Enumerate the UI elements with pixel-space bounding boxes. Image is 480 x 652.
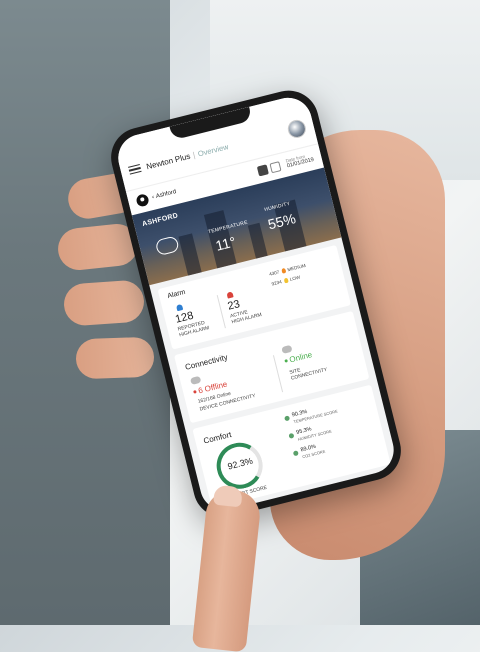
humidity-score-icon — [288, 432, 295, 439]
connectivity-title: Connectivity — [184, 352, 229, 372]
list-view-icon[interactable] — [269, 161, 283, 174]
low-alarm: 9234 LOW — [271, 274, 301, 287]
comfort-title: Comfort — [202, 429, 233, 446]
medium-flame-icon — [280, 267, 286, 274]
site-connectivity-label: SITE CONNECTIVITY — [288, 366, 328, 382]
location-name[interactable]: Ashford — [155, 189, 177, 200]
co2-score-icon — [292, 450, 299, 457]
hamburger-menu-icon[interactable] — [127, 163, 142, 176]
weather-cloud-icon — [154, 235, 180, 257]
temperature-value: 11° — [213, 233, 238, 254]
avatar[interactable] — [285, 118, 308, 140]
view-toggle — [257, 161, 283, 177]
active-bell-icon — [226, 291, 234, 299]
connectivity-divider — [272, 355, 284, 393]
back-chevron-icon[interactable]: ‹ — [152, 195, 155, 201]
hero-site-name: ASHFORD — [141, 212, 179, 229]
date-filter[interactable]: Date from 01/01/2019 — [285, 152, 315, 169]
title-separator: | — [191, 149, 197, 160]
low-flame-icon — [283, 277, 289, 284]
page-title: Overview — [196, 141, 230, 158]
alarm-title: Alarm — [166, 288, 187, 301]
app-title: Newton Plus — [145, 151, 192, 171]
alarm-divider — [216, 295, 226, 329]
medium-alarm: 4307 MEDIUM — [268, 262, 307, 277]
location-pin-icon[interactable] — [135, 193, 150, 208]
temperature-score-icon — [284, 415, 291, 422]
device-cloud-icon — [189, 375, 202, 385]
grid-view-icon[interactable] — [257, 164, 270, 177]
site-cloud-icon — [281, 344, 293, 354]
pointing-finger — [191, 487, 263, 652]
reported-bell-icon — [175, 303, 184, 312]
